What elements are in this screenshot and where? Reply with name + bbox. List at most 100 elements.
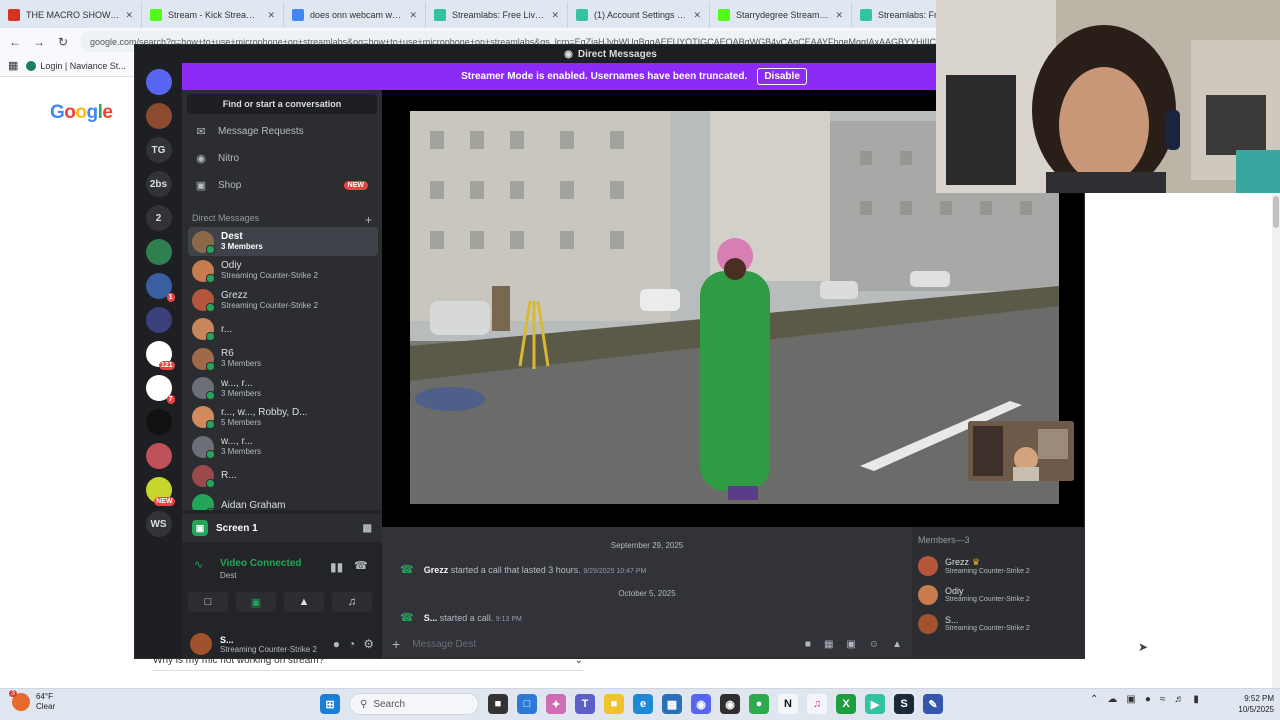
dm-item[interactable]: Odiy Streaming Counter-Strike 2: [188, 256, 378, 285]
member-item[interactable]: Grezz ♛ Streaming Counter-Strike 2: [918, 551, 1084, 580]
discord-taskbar-icon[interactable]: ◉: [691, 694, 711, 714]
teams-icon[interactable]: T: [575, 694, 595, 714]
add-dm-button[interactable]: +: [365, 213, 372, 227]
server-icon[interactable]: [145, 409, 172, 435]
store-icon[interactable]: ▦: [662, 694, 682, 714]
edge-icon[interactable]: e: [633, 694, 653, 714]
emoji-icon[interactable]: ☺: [869, 639, 879, 650]
browser-tab[interactable]: does onn webcam work w ✕: [284, 2, 426, 28]
bookmark-naviance[interactable]: Login | Naviance St...: [26, 60, 126, 71]
task-view-icon[interactable]: ■: [488, 694, 508, 714]
camera-toggle-button[interactable]: □: [188, 592, 228, 612]
close-tab-icon[interactable]: ✕: [409, 10, 417, 21]
find-conversation-button[interactable]: Find or start a conversation: [187, 94, 377, 114]
noise-suppression-icon[interactable]: ▮▮: [330, 560, 343, 574]
server-icon[interactable]: [145, 443, 172, 469]
server-icon[interactable]: NEW: [145, 477, 175, 506]
server-icon[interactable]: 1: [145, 273, 175, 302]
popout-icon[interactable]: ▩: [363, 523, 372, 534]
page-scrollbar[interactable]: [1272, 193, 1280, 688]
gift-icon[interactable]: ■: [805, 639, 811, 650]
user-avatar[interactable]: [190, 633, 212, 655]
xbox-icon[interactable]: X: [836, 694, 856, 714]
disconnect-icon[interactable]: ☎: [354, 559, 368, 572]
member-item[interactable]: Odiy Streaming Counter-Strike 2: [918, 580, 1084, 609]
server-item[interactable]: 2bs: [145, 171, 172, 197]
dm-item[interactable]: r...: [188, 315, 378, 344]
battery-icon[interactable]: ▮: [1193, 694, 1199, 705]
mic-tray-icon[interactable]: ●: [1145, 694, 1151, 705]
close-tab-icon[interactable]: ✕: [125, 10, 133, 21]
headphones-icon[interactable]: ◔: [348, 637, 355, 651]
dm-item[interactable]: Aidan Graham: [188, 491, 378, 510]
wifi-icon[interactable]: ≈: [1160, 694, 1166, 705]
apps-grid-icon[interactable]: ▦: [8, 59, 18, 72]
call-user[interactable]: Grezz: [424, 565, 449, 575]
steam-icon[interactable]: S: [894, 694, 914, 714]
chrome-icon[interactable]: ●: [749, 694, 769, 714]
user-info[interactable]: S... Streaming Counter-Strike 2: [220, 635, 317, 654]
streamlabs-taskbar-icon[interactable]: ▶: [865, 694, 885, 714]
photos-app-icon[interactable]: □: [517, 694, 537, 714]
server-icon[interactable]: 7: [145, 375, 175, 404]
voice-channel[interactable]: Dest: [220, 571, 236, 580]
server-icon[interactable]: [145, 307, 172, 333]
obs-icon[interactable]: ◉: [720, 694, 740, 714]
avatar-icon[interactable]: [145, 103, 172, 129]
windows-start-icon[interactable]: ⊞: [320, 694, 340, 714]
close-tab-icon[interactable]: ✕: [835, 10, 843, 21]
microphone-icon[interactable]: ●: [333, 637, 340, 651]
dm-item[interactable]: r..., w..., Robby, D... 5 Members: [188, 403, 378, 432]
self-preview-tile[interactable]: [968, 421, 1074, 481]
apps-icon[interactable]: ▲: [892, 639, 902, 650]
reload-icon[interactable]: ↻: [56, 35, 70, 49]
dm-item[interactable]: Grezz Streaming Counter-Strike 2: [188, 286, 378, 315]
server-item[interactable]: TG: [145, 137, 172, 163]
discord-icon[interactable]: [145, 69, 172, 95]
taskbar-search[interactable]: ⚲ Search: [349, 693, 479, 715]
browser-tab[interactable]: Streamlabs: Free Live Strea ✕: [426, 2, 568, 28]
nav-item-message-requests[interactable]: ✉ Message Requests: [190, 120, 378, 142]
screen-share-button[interactable]: ▣: [236, 592, 276, 612]
dm-item[interactable]: R...: [188, 461, 378, 490]
itunes-icon[interactable]: ♫: [807, 694, 827, 714]
activity-button[interactable]: ▲: [284, 592, 324, 612]
back-icon[interactable]: ←: [8, 35, 22, 49]
notion-icon[interactable]: N: [778, 694, 798, 714]
member-item[interactable]: S... Streaming Counter-Strike 2: [918, 609, 1084, 638]
forward-icon[interactable]: →: [32, 35, 46, 49]
browser-tab[interactable]: THE MACRO SHOW: Septe ✕: [0, 2, 142, 28]
google-logo[interactable]: Google: [50, 102, 113, 124]
nav-item-nitro[interactable]: ◉ Nitro: [190, 147, 378, 169]
gear-icon[interactable]: ⚙: [363, 637, 374, 651]
taskbar-clock[interactable]: 9:52 PM 10/5/2025: [1226, 693, 1274, 715]
pen-app-icon[interactable]: ✎: [923, 694, 943, 714]
plus-icon[interactable]: +: [392, 636, 400, 652]
file-explorer-icon[interactable]: ■: [604, 694, 624, 714]
browser-tab[interactable]: Stream - Kick Streaming ✕: [142, 2, 284, 28]
tray-app-icon[interactable]: ▣: [1126, 694, 1135, 705]
browser-tab[interactable]: (1) Account Settings / Stre ✕: [568, 2, 710, 28]
message-input[interactable]: Message Dest: [412, 639, 476, 650]
sticker-icon[interactable]: ▣: [846, 639, 855, 650]
close-tab-icon[interactable]: ✕: [267, 10, 275, 21]
scroll-thumb[interactable]: [1273, 196, 1279, 228]
weather-widget[interactable]: 3 64°F Clear: [9, 690, 55, 712]
globe-icon[interactable]: [145, 239, 172, 265]
server-item[interactable]: WS: [145, 511, 172, 537]
screen-share-row[interactable]: ▣ Screen 1 ▩: [182, 514, 382, 542]
gif-icon[interactable]: ▦: [824, 639, 833, 650]
browser-tab[interactable]: Starrydegree Stream - Wa ✕: [710, 2, 852, 28]
soundboard-button[interactable]: ♫: [332, 592, 372, 612]
close-tab-icon[interactable]: ✕: [551, 10, 559, 21]
copilot-icon[interactable]: ✦: [546, 694, 566, 714]
onedrive-icon[interactable]: ☁: [1107, 694, 1117, 705]
voice-status[interactable]: Video Connected: [220, 558, 302, 569]
server-icon[interactable]: 121: [145, 341, 175, 370]
dm-item[interactable]: Dest 3 Members: [188, 227, 378, 256]
call-user[interactable]: S...: [424, 613, 438, 623]
volume-icon[interactable]: ♬: [1174, 694, 1184, 705]
server-item[interactable]: 2: [145, 205, 172, 231]
dm-item[interactable]: w..., r... 3 Members: [188, 432, 378, 461]
dm-item[interactable]: R6 3 Members: [188, 344, 378, 373]
